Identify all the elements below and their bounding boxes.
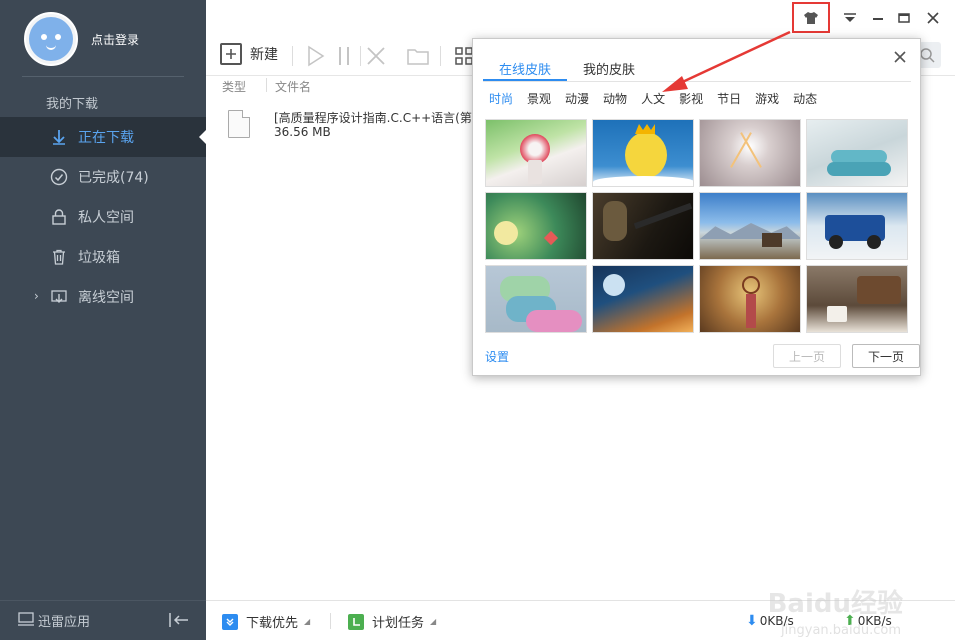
category-landscape[interactable]: 景观 bbox=[523, 87, 555, 110]
schedule-icon bbox=[348, 613, 364, 630]
sidebar-item-label: 已完成(74) bbox=[78, 170, 149, 186]
pause-icon[interactable] bbox=[332, 44, 356, 68]
skin-thumbnail[interactable] bbox=[699, 192, 801, 260]
popup-footer: 设置 上一页 下一页 bbox=[485, 344, 920, 370]
title-bar bbox=[206, 0, 955, 36]
scheduled-task-button[interactable]: 计划任务 ◢ bbox=[348, 612, 436, 631]
skin-thumbnail[interactable] bbox=[485, 119, 587, 187]
minimize-icon[interactable] bbox=[868, 8, 888, 28]
new-task-label: 新建 bbox=[250, 47, 278, 63]
skin-thumbnail-grid bbox=[485, 119, 909, 333]
skin-thumbnail[interactable] bbox=[592, 265, 694, 333]
delete-icon[interactable] bbox=[364, 44, 388, 68]
skin-thumbnail[interactable] bbox=[806, 192, 908, 260]
sidebar-item-label: 正在下载 bbox=[78, 130, 134, 146]
avatar-face-icon bbox=[29, 17, 73, 61]
cloud-download-icon bbox=[50, 288, 68, 306]
skin-thumbnail[interactable] bbox=[485, 265, 587, 333]
file-size: 36.56 MB bbox=[274, 125, 331, 139]
priority-chevron-icon bbox=[222, 613, 238, 630]
sidebar-item-completed[interactable]: 已完成(74) bbox=[0, 157, 206, 197]
avatar[interactable] bbox=[24, 12, 78, 66]
watermark-url: jingyan.baidu.com bbox=[781, 623, 901, 638]
skin-thumbnail[interactable] bbox=[699, 119, 801, 187]
tab-online-skins[interactable]: 在线皮肤 bbox=[483, 53, 568, 81]
toolbar-separator bbox=[440, 46, 441, 66]
sidebar-item-label: 私人空间 bbox=[78, 210, 134, 226]
skin-thumbnail[interactable] bbox=[485, 192, 587, 260]
apps-bar: 迅雷应用 bbox=[0, 600, 206, 640]
collapse-sidebar-icon[interactable] bbox=[168, 611, 190, 633]
category-anime[interactable]: 动漫 bbox=[561, 87, 593, 110]
dropdown-corner-icon: ◢ bbox=[304, 617, 311, 626]
category-festival[interactable]: 节日 bbox=[713, 87, 745, 110]
column-header-filename[interactable]: 文件名 bbox=[275, 78, 311, 95]
menu-dropdown-icon[interactable] bbox=[840, 8, 860, 28]
popup-close-icon[interactable] bbox=[894, 47, 906, 68]
category-game[interactable]: 游戏 bbox=[751, 87, 783, 110]
category-humanities[interactable]: 人文 bbox=[637, 87, 669, 110]
skin-tabs: 在线皮肤 我的皮肤 bbox=[483, 53, 651, 81]
apps-button[interactable]: 迅雷应用 bbox=[38, 611, 90, 630]
prev-page-button[interactable]: 上一页 bbox=[773, 344, 841, 368]
skin-tshirt-icon[interactable] bbox=[801, 8, 821, 28]
sidebar-item-private-space[interactable]: 私人空间 bbox=[0, 197, 206, 237]
trash-icon bbox=[50, 248, 68, 266]
next-page-button[interactable]: 下一页 bbox=[852, 344, 920, 368]
down-arrow-icon: ⬇ bbox=[746, 613, 758, 629]
dropdown-corner-icon: ◢ bbox=[430, 617, 437, 626]
column-divider bbox=[266, 78, 267, 92]
status-separator bbox=[330, 613, 331, 629]
sidebar-divider bbox=[22, 76, 184, 77]
chevron-right-icon[interactable]: › bbox=[34, 289, 39, 303]
check-circle-icon bbox=[50, 168, 68, 186]
plus-icon bbox=[220, 43, 242, 65]
sidebar: 点击登录 我的下载 正在下载 已完成(74) 私人空间 垃圾箱 › 离线空间 迅… bbox=[0, 0, 206, 640]
skin-thumbnail[interactable] bbox=[592, 192, 694, 260]
file-name: [高质量程序设计指南.C.C++语言(第三 bbox=[274, 111, 484, 125]
new-task-button[interactable]: 新建 bbox=[220, 43, 278, 65]
settings-link[interactable]: 设置 bbox=[485, 348, 509, 365]
skin-thumbnail[interactable] bbox=[806, 119, 908, 187]
tabs-divider bbox=[483, 81, 911, 82]
skin-thumbnail[interactable] bbox=[806, 265, 908, 333]
column-header-type[interactable]: 类型 bbox=[222, 78, 246, 95]
apps-icon bbox=[18, 611, 34, 630]
lock-icon bbox=[50, 208, 68, 226]
search-icon[interactable] bbox=[919, 47, 935, 67]
close-icon[interactable] bbox=[923, 8, 943, 28]
sidebar-item-offline-space[interactable]: › 离线空间 bbox=[0, 277, 206, 317]
toolbar-separator bbox=[292, 46, 293, 66]
skin-thumbnail[interactable] bbox=[592, 119, 694, 187]
sidebar-item-label: 垃圾箱 bbox=[78, 250, 120, 266]
sidebar-item-downloading[interactable]: 正在下载 bbox=[0, 117, 206, 157]
category-dynamic[interactable]: 动态 bbox=[789, 87, 821, 110]
skin-popup: 在线皮肤 我的皮肤 时尚 景观 动漫 动物 人文 影视 节日 游戏 动态 设置 … bbox=[472, 38, 921, 376]
file-icon bbox=[228, 110, 250, 138]
watermark-logo: Baidu经验 bbox=[767, 589, 903, 619]
maximize-icon[interactable] bbox=[894, 8, 914, 28]
category-list: 时尚 景观 动漫 动物 人文 影视 节日 游戏 动态 bbox=[485, 87, 827, 110]
priority-label: 下载优先 bbox=[246, 616, 299, 631]
folder-icon[interactable] bbox=[406, 44, 430, 68]
play-icon[interactable] bbox=[304, 44, 328, 68]
category-film[interactable]: 影视 bbox=[675, 87, 707, 110]
login-link[interactable]: 点击登录 bbox=[91, 31, 139, 48]
sidebar-item-label: 离线空间 bbox=[78, 290, 134, 306]
toolbar-separator bbox=[360, 46, 361, 66]
download-priority-button[interactable]: 下载优先 ◢ bbox=[222, 612, 310, 631]
sidebar-item-trash[interactable]: 垃圾箱 bbox=[0, 237, 206, 277]
sidebar-section-title: 我的下载 bbox=[46, 97, 99, 112]
category-animal[interactable]: 动物 bbox=[599, 87, 631, 110]
category-fashion[interactable]: 时尚 bbox=[485, 87, 517, 110]
download-arrow-icon bbox=[50, 128, 68, 146]
tab-my-skins[interactable]: 我的皮肤 bbox=[567, 53, 651, 81]
skin-thumbnail[interactable] bbox=[699, 265, 801, 333]
schedule-label: 计划任务 bbox=[372, 616, 425, 631]
active-pointer bbox=[199, 130, 206, 144]
